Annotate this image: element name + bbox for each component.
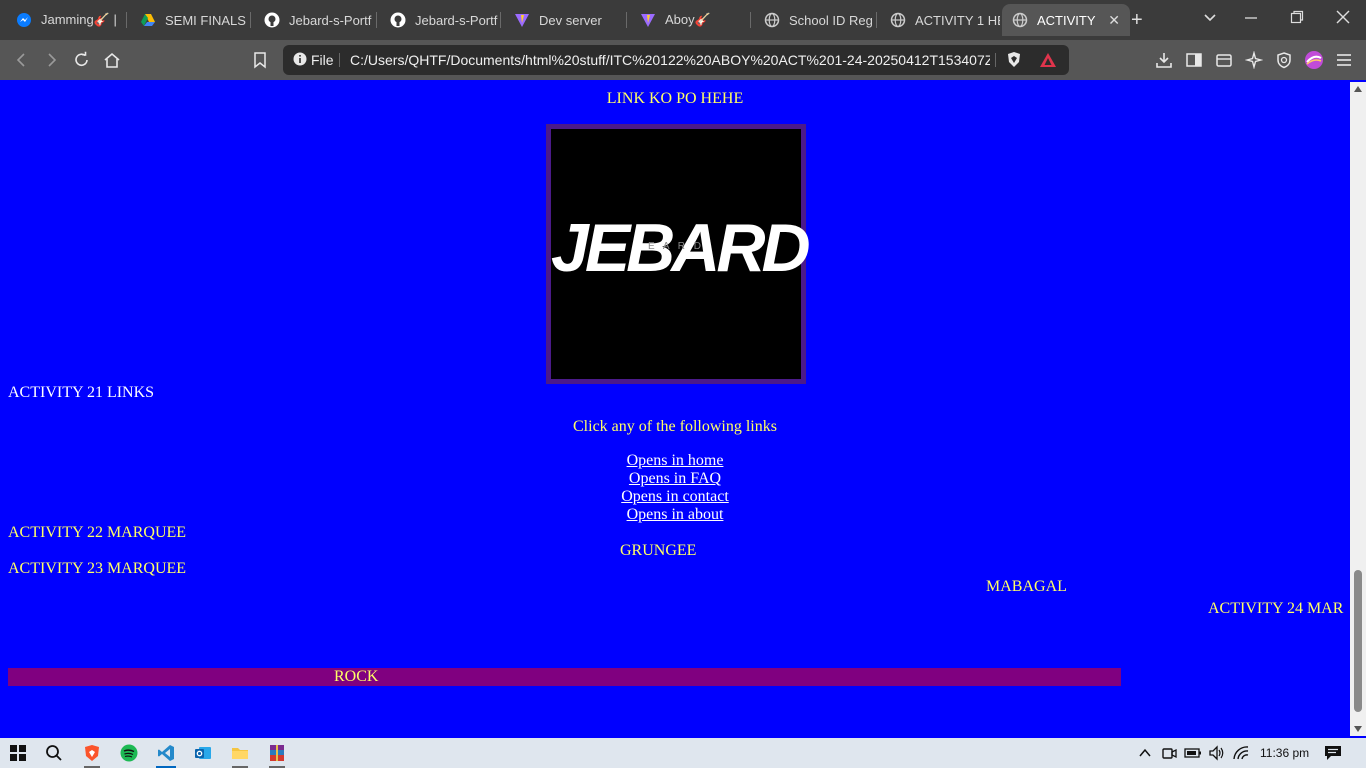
tab-separator: [376, 12, 377, 28]
brave-shields-icon[interactable]: [1006, 51, 1022, 72]
rock-marquee-bar: ROCK: [8, 668, 1121, 686]
address-divider: [995, 53, 996, 67]
winrar-icon[interactable]: [268, 744, 286, 762]
brave-rewards-icon[interactable]: [1039, 52, 1057, 71]
notifications-icon[interactable]: [1324, 744, 1342, 762]
marquee-activity-24: ACTIVITY 24 MAR: [1208, 600, 1344, 617]
sidebar-icon[interactable]: [1184, 50, 1204, 70]
tab-separator: [626, 12, 627, 28]
volume-icon[interactable]: [1208, 744, 1226, 762]
page-content: LINK KO PO HEHE JEBARD E A R D ACTIVITY …: [0, 82, 1350, 736]
link-faq[interactable]: Opens in FAQ: [629, 470, 721, 487]
profile-avatar-icon[interactable]: [1304, 50, 1324, 70]
scroll-up-icon[interactable]: [1354, 86, 1362, 92]
brave-browser-icon[interactable]: [83, 744, 101, 762]
reload-icon[interactable]: [72, 50, 92, 70]
scroll-down-icon[interactable]: [1354, 726, 1362, 732]
forward-icon[interactable]: [41, 50, 61, 70]
address-divider: [339, 53, 340, 67]
logo-link[interactable]: JEBARD E A R D: [546, 124, 811, 384]
tab-separator: [126, 12, 127, 28]
activity-23-heading: ACTIVITY 23 MARQUEE: [8, 560, 187, 577]
globe-icon: [1012, 12, 1028, 28]
close-tab-icon[interactable]: ✕: [1108, 12, 1120, 29]
github-icon: [264, 12, 280, 28]
link-about[interactable]: Opens in about: [627, 506, 724, 523]
site-info-icon[interactable]: [293, 52, 307, 69]
tab-school-id[interactable]: School ID Reg: [756, 4, 876, 36]
vpn-shield-icon[interactable]: [1274, 50, 1294, 70]
globe-icon: [764, 12, 780, 28]
link-home[interactable]: Opens in home: [627, 452, 724, 469]
outlook-icon[interactable]: [194, 744, 212, 762]
tab-separator: [250, 12, 251, 28]
tab-semi-finals[interactable]: SEMI FINALS: [132, 4, 250, 36]
tab-jamming[interactable]: Jamming🎸 |: [8, 4, 128, 36]
leo-ai-icon[interactable]: [1244, 50, 1264, 70]
google-drive-icon: [140, 12, 156, 28]
logo-subtext: E A R D: [647, 241, 704, 252]
spotify-icon[interactable]: [120, 744, 138, 762]
wallet-icon[interactable]: [1214, 50, 1234, 70]
marquee-grungee: GRUNGEE: [620, 542, 697, 559]
tab-dev-server[interactable]: Dev server: [506, 4, 626, 36]
address-bar[interactable]: File C:/Users/QHTF/Documents/html%20stuf…: [283, 45, 1069, 75]
messenger-icon: [16, 12, 32, 28]
activity-21-heading: ACTIVITY 21 LINKS: [8, 384, 155, 401]
back-icon[interactable]: [12, 50, 32, 70]
vscode-icon[interactable]: [157, 744, 175, 762]
minimize-button[interactable]: [1244, 10, 1258, 29]
github-icon: [390, 12, 406, 28]
vite-icon: [640, 12, 656, 28]
browser-tab-strip: Jamming🎸 | SEMI FINALS Jebard-s-Portf Je…: [0, 0, 1366, 40]
tab-search-chevron-icon[interactable]: [1203, 10, 1217, 29]
vite-icon: [514, 12, 530, 28]
link-contact[interactable]: Opens in contact: [621, 488, 729, 505]
search-icon[interactable]: [45, 744, 63, 762]
tab-separator: [500, 12, 501, 28]
bookmark-icon[interactable]: [250, 50, 270, 70]
marquee-rock: ROCK: [334, 668, 379, 685]
file-explorer-icon[interactable]: [231, 744, 249, 762]
address-url[interactable]: C:/Users/QHTF/Documents/html%20stuff/ITC…: [350, 52, 990, 68]
activity-22-heading: ACTIVITY 22 MARQUEE: [8, 524, 187, 541]
home-icon[interactable]: [102, 50, 122, 70]
meet-now-icon[interactable]: [1160, 744, 1178, 762]
battery-icon: [1184, 744, 1202, 762]
tab-activity-1[interactable]: ACTIVITY 1 HE: [882, 4, 1000, 36]
download-icon[interactable]: [1154, 50, 1174, 70]
jebard-logo: JEBARD E A R D: [551, 129, 811, 379]
tab-github-2[interactable]: Jebard-s-Portf: [382, 4, 502, 36]
tab-activity-active[interactable]: ACTIVITY ✕: [1002, 4, 1130, 36]
marquee-mabagal: MABAGAL: [986, 578, 1067, 595]
tab-separator: [876, 12, 877, 28]
link-heading: LINK KO PO HEHE: [606, 90, 744, 107]
close-window-button[interactable]: [1336, 10, 1350, 29]
new-tab-button[interactable]: +: [1131, 10, 1143, 30]
tab-separator: [750, 12, 751, 28]
wifi-icon[interactable]: [1232, 744, 1250, 762]
links-list: Opens in home Opens in FAQ Opens in cont…: [0, 452, 1350, 524]
tab-aboy[interactable]: Aboy🎸: [632, 4, 750, 36]
globe-icon: [890, 12, 906, 28]
menu-icon[interactable]: [1334, 50, 1354, 70]
windows-start-icon[interactable]: [9, 744, 27, 762]
tab-github-1[interactable]: Jebard-s-Portf: [256, 4, 376, 36]
restore-button[interactable]: [1290, 10, 1304, 29]
scrollbar-thumb[interactable]: [1354, 570, 1362, 712]
links-instruction: Click any of the following links: [573, 418, 777, 435]
tray-chevron-up-icon[interactable]: [1136, 744, 1154, 762]
address-scheme: File: [311, 52, 334, 68]
clock-time[interactable]: 11:36 pm: [1260, 746, 1309, 760]
